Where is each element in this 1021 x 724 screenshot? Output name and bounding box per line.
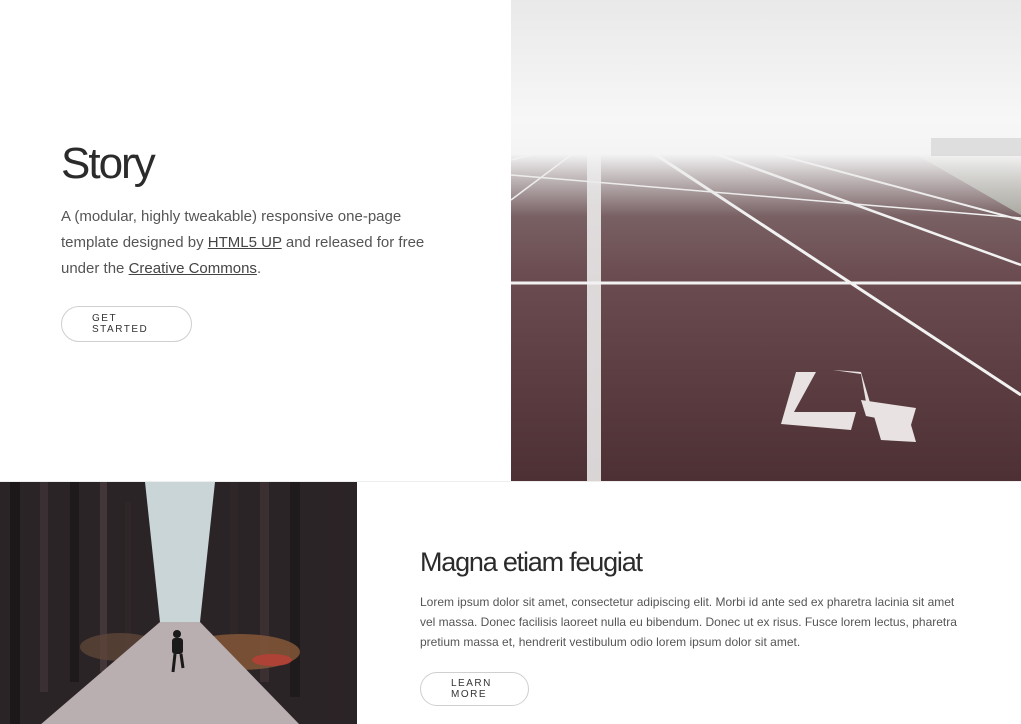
html5up-link[interactable]: HTML5 UP: [208, 234, 282, 251]
spotlight-description: Lorem ipsum dolor sit amet, consectetur …: [420, 595, 957, 650]
spotlight-content: Magna etiam feugiat Lorem ipsum dolor si…: [420, 546, 960, 707]
spotlight-title: Magna etiam feugiat: [420, 547, 643, 577]
banner-title: Story: [61, 139, 156, 188]
get-started-button[interactable]: GET STARTED: [61, 306, 192, 343]
banner-text-part: .: [256, 260, 262, 278]
running-track-image: [511, 0, 1021, 481]
banner-description: A (modular, highly tweakable) responsive…: [61, 204, 461, 282]
spotlight-section: Magna etiam feugiat Lorem ipsum dolor si…: [0, 481, 1021, 724]
page: Story A (modular, highly tweakable) resp…: [0, 0, 1021, 724]
running-track-photo-icon: [511, 0, 1021, 481]
learn-more-button[interactable]: LEARN MORE: [420, 672, 529, 707]
creative-commons-link[interactable]: Creative Commons: [129, 260, 257, 277]
banner-content: Story A (modular, highly tweakable) resp…: [61, 139, 461, 343]
forest-path-photo-icon: [0, 482, 357, 724]
banner-section: Story A (modular, highly tweakable) resp…: [0, 0, 1021, 481]
forest-path-image: [0, 482, 357, 724]
